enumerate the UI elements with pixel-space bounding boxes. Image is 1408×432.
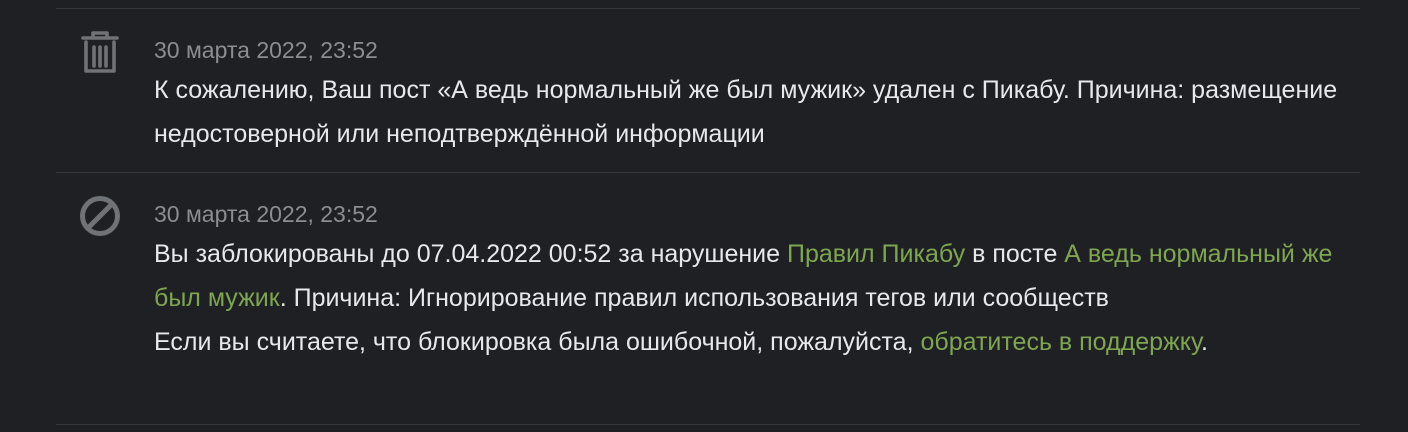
message-text: в посте — [965, 240, 1065, 268]
divider — [56, 172, 1360, 173]
support-link[interactable]: обратитесь в поддержку — [920, 328, 1200, 356]
message-text: Вы заблокированы до 07.04.2022 00:52 за … — [154, 240, 787, 268]
notification-timestamp: 30 марта 2022, 23:52 — [154, 37, 378, 63]
divider — [56, 8, 1360, 9]
message-text: Если вы считаете, что блокировка была ош… — [154, 328, 921, 356]
notifications-panel: 30 марта 2022, 23:52 К сожалению, Ваш по… — [0, 0, 1408, 432]
ban-icon — [78, 194, 122, 238]
notification-content: 30 марта 2022, 23:52 К сожалению, Ваш по… — [154, 36, 1360, 156]
notification-content: 30 марта 2022, 23:52 Вы заблокированы до… — [154, 200, 1360, 364]
rules-link[interactable]: Правил Пикабу — [787, 240, 965, 268]
message-text: . Причина: Игнорирование правил использо… — [279, 284, 1109, 312]
notification-post-deleted: 30 марта 2022, 23:52 К сожалению, Ваш по… — [56, 30, 1360, 170]
notification-timestamp: 30 марта 2022, 23:52 — [154, 201, 378, 227]
divider — [56, 424, 1360, 425]
trash-icon — [78, 30, 122, 74]
appeal-message: Если вы считаете, что блокировка была ош… — [154, 320, 1360, 364]
notification-user-blocked: 30 марта 2022, 23:52 Вы заблокированы до… — [56, 194, 1360, 414]
message-text: . — [1200, 328, 1208, 356]
notification-message: К сожалению, Ваш пост «А ведь нормальный… — [154, 76, 1338, 148]
notification-message: Вы заблокированы до 07.04.2022 00:52 за … — [154, 232, 1360, 320]
